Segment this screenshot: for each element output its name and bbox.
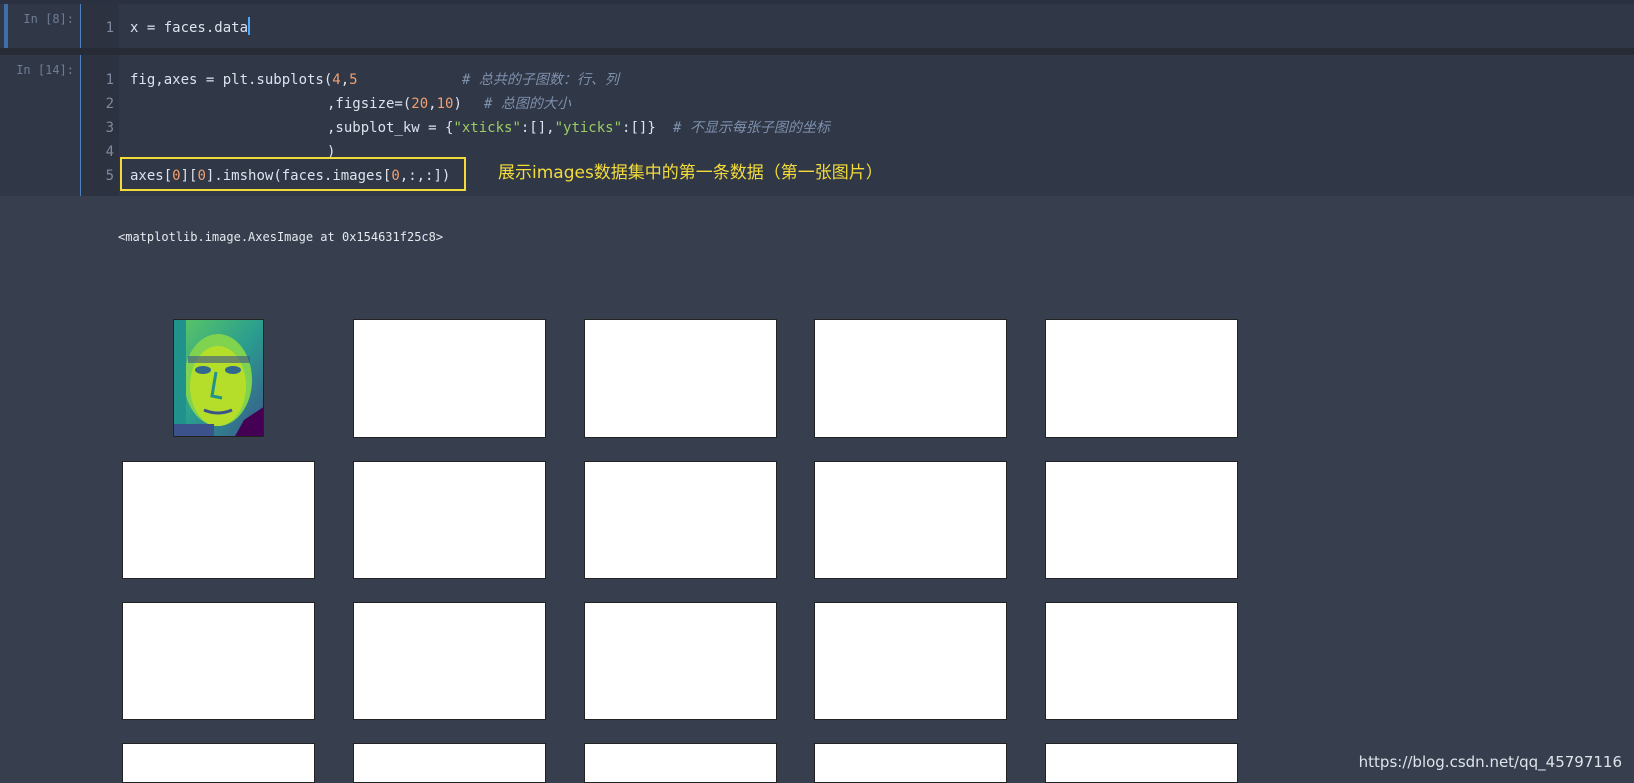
subplot-1-3: [814, 461, 1007, 579]
code-line[interactable]: ,figsize=(20,10): [327, 92, 462, 116]
code-cell-1[interactable]: In [8]: 1 x = faces.data: [0, 4, 1634, 48]
watermark-url: https://blog.csdn.net/qq_45797116: [1358, 753, 1622, 771]
subplot-1-4: [1045, 461, 1238, 579]
line-number: 4: [105, 144, 114, 160]
code-text: ,figsize=(: [327, 96, 412, 112]
subplot-3-3: [814, 743, 1007, 783]
subplot-2-0: [122, 602, 315, 720]
subplot-0-2: [584, 319, 777, 438]
line-number: 5: [105, 168, 114, 184]
line-number: 3: [105, 120, 114, 136]
face-image-graphic: [174, 320, 263, 436]
subplot-2-4: [1045, 602, 1238, 720]
cell-separator: [0, 48, 1634, 55]
subplot-2-3: [814, 602, 1007, 720]
subplot-0-3: [814, 319, 1007, 438]
subplot-2-1: [353, 602, 546, 720]
cell-prompt: In [8]:: [23, 12, 74, 26]
cell-selection-bar: [4, 4, 8, 48]
text-caret: [248, 17, 251, 35]
cell-prompt: In [14]:: [16, 63, 74, 77]
line-number: 1: [105, 20, 114, 36]
code-text: :[],: [520, 120, 555, 136]
subplot-3-2: [584, 743, 777, 783]
subplot-0-4: [1045, 319, 1238, 438]
code-text: ,: [340, 72, 350, 88]
code-comment: # 总图的大小: [484, 96, 571, 112]
line-number: 1: [105, 72, 114, 88]
code-string: "xticks": [453, 120, 521, 136]
code-line[interactable]: x = faces.data: [130, 16, 251, 40]
code-text: ,subplot_kw = {: [327, 120, 454, 136]
code-text: fig,axes = plt.subplots(: [130, 72, 333, 88]
highlight-box: [120, 157, 466, 191]
subplot-0-1: [353, 319, 546, 438]
subplot-3-0: [122, 743, 315, 783]
subplot-3-1: [353, 743, 546, 783]
code-number: 5: [349, 72, 358, 88]
annotation-text: 展示images数据集中的第一条数据（第一张图片）: [498, 163, 883, 183]
code-text: x = faces.data: [130, 20, 249, 36]
subplot-1-0: [122, 461, 315, 579]
subplot-2-2: [584, 602, 777, 720]
subplot-1-2: [584, 461, 777, 579]
code-string: "yticks": [554, 120, 623, 136]
subplot-3-4: [1045, 743, 1238, 783]
code-number: 10: [436, 96, 454, 112]
code-line[interactable]: ,subplot_kw = {"xticks":[],"yticks":[]}: [327, 116, 656, 140]
code-text: :[]}: [622, 120, 656, 136]
subplot-1-1: [353, 461, 546, 579]
code-text: ): [453, 96, 462, 112]
line-number: 2: [105, 96, 114, 112]
output-text: <matplotlib.image.AxesImage at 0x154631f…: [118, 230, 444, 244]
code-comment: # 总共的子图数：行、列: [462, 72, 619, 88]
code-number: 20: [411, 96, 429, 112]
code-line[interactable]: fig,axes = plt.subplots(4,5: [130, 68, 358, 92]
face-image: [173, 319, 264, 437]
code-number: 4: [332, 72, 341, 88]
code-comment: # 不显示每张子图的坐标: [673, 120, 830, 136]
code-text: ,: [428, 96, 437, 112]
